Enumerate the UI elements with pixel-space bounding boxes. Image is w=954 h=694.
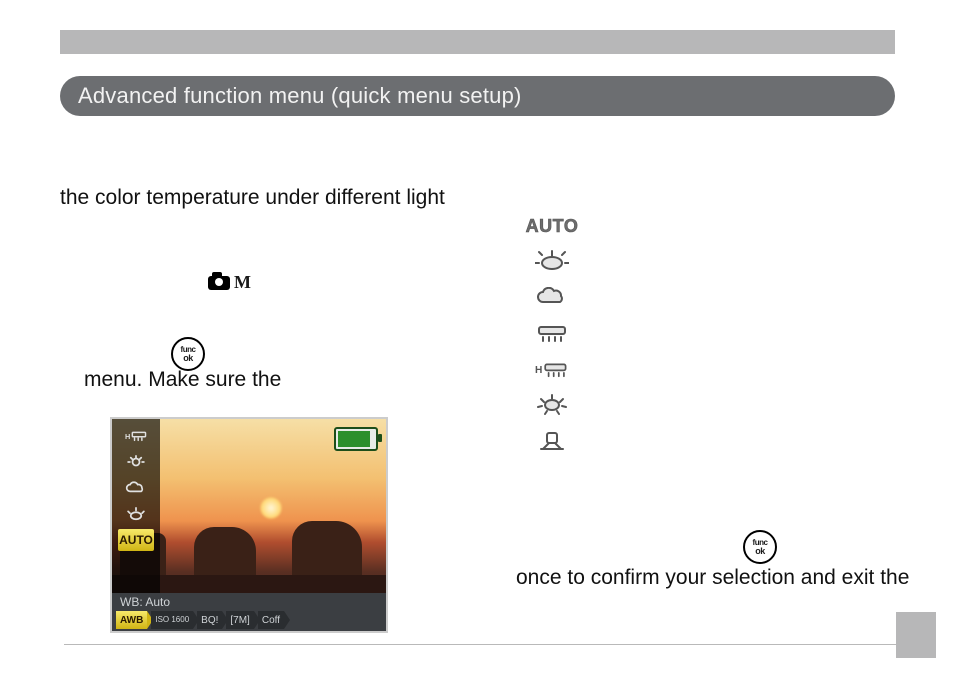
lcd-rail-auto-label: AUTO — [119, 533, 153, 547]
lcd-wb-text: WB: Auto — [120, 595, 170, 609]
lcd-rail-incandescent-icon — [118, 451, 154, 473]
camera-m-mode-icon: M — [208, 272, 251, 293]
body-line-1: the color temperature under different li… — [60, 186, 445, 210]
top-margin-bar — [60, 30, 895, 54]
section-title: Advanced function menu (quick menu setup… — [78, 83, 522, 109]
lcd-status-bar: WB: Auto AWB ISO 1600 BQ! [7M] Coff — [112, 593, 386, 631]
body-line-2: menu. Make sure the — [84, 368, 281, 392]
lcd-wb-rail: H AUTO — [112, 419, 160, 593]
func-ok-bottom-label: ok — [183, 354, 193, 362]
lcd-rail-fluorescent-h-icon: H — [118, 425, 154, 447]
page-footer-rule — [64, 644, 896, 645]
camera-lcd: H AUTO WB: Auto AWB ISO 1600 BQ! [7M] — [110, 417, 388, 633]
wb-fluorescent-h-icon: H — [535, 357, 569, 381]
func-ok-bottom-label: ok — [755, 547, 765, 555]
camera-mode-letter: M — [234, 272, 251, 293]
lcd-sun — [260, 497, 282, 519]
lcd-rail-daylight-icon — [118, 503, 154, 525]
svg-text:H: H — [535, 364, 542, 375]
func-ok-icon: func ok — [743, 530, 777, 564]
lcd-tab-bq: BQ! — [197, 611, 222, 629]
lcd-rail-cloudy-icon — [118, 477, 154, 499]
lcd-tab-awb: AWB — [116, 611, 147, 629]
section-title-pill: Advanced function menu (quick menu setup… — [60, 76, 895, 116]
wb-incandescent-icon — [535, 393, 569, 417]
wb-cloudy-icon — [535, 285, 569, 309]
wb-manual-icon — [535, 429, 569, 453]
lcd-tab-iso: ISO 1600 — [151, 611, 193, 629]
lcd-tab-coff: Coff — [258, 611, 284, 629]
wb-daylight-icon — [535, 249, 569, 273]
lcd-rail-auto: AUTO — [118, 529, 154, 551]
manual-page: Advanced function menu (quick menu setup… — [0, 0, 954, 694]
func-ok-icon: func ok — [171, 337, 205, 371]
body-line-3: once to confirm your selection and exit … — [516, 566, 909, 590]
wb-options-column: AUTO H — [522, 216, 582, 453]
lcd-tab-size: [7M] — [226, 611, 253, 629]
wb-auto: AUTO — [526, 216, 579, 237]
camera-icon — [208, 276, 230, 290]
battery-icon — [334, 427, 378, 451]
lcd-bottom-tabs: AWB ISO 1600 BQ! [7M] Coff — [116, 611, 382, 629]
wb-fluorescent-icon — [535, 321, 569, 345]
page-side-tab — [896, 612, 936, 658]
svg-text:H: H — [125, 432, 130, 441]
